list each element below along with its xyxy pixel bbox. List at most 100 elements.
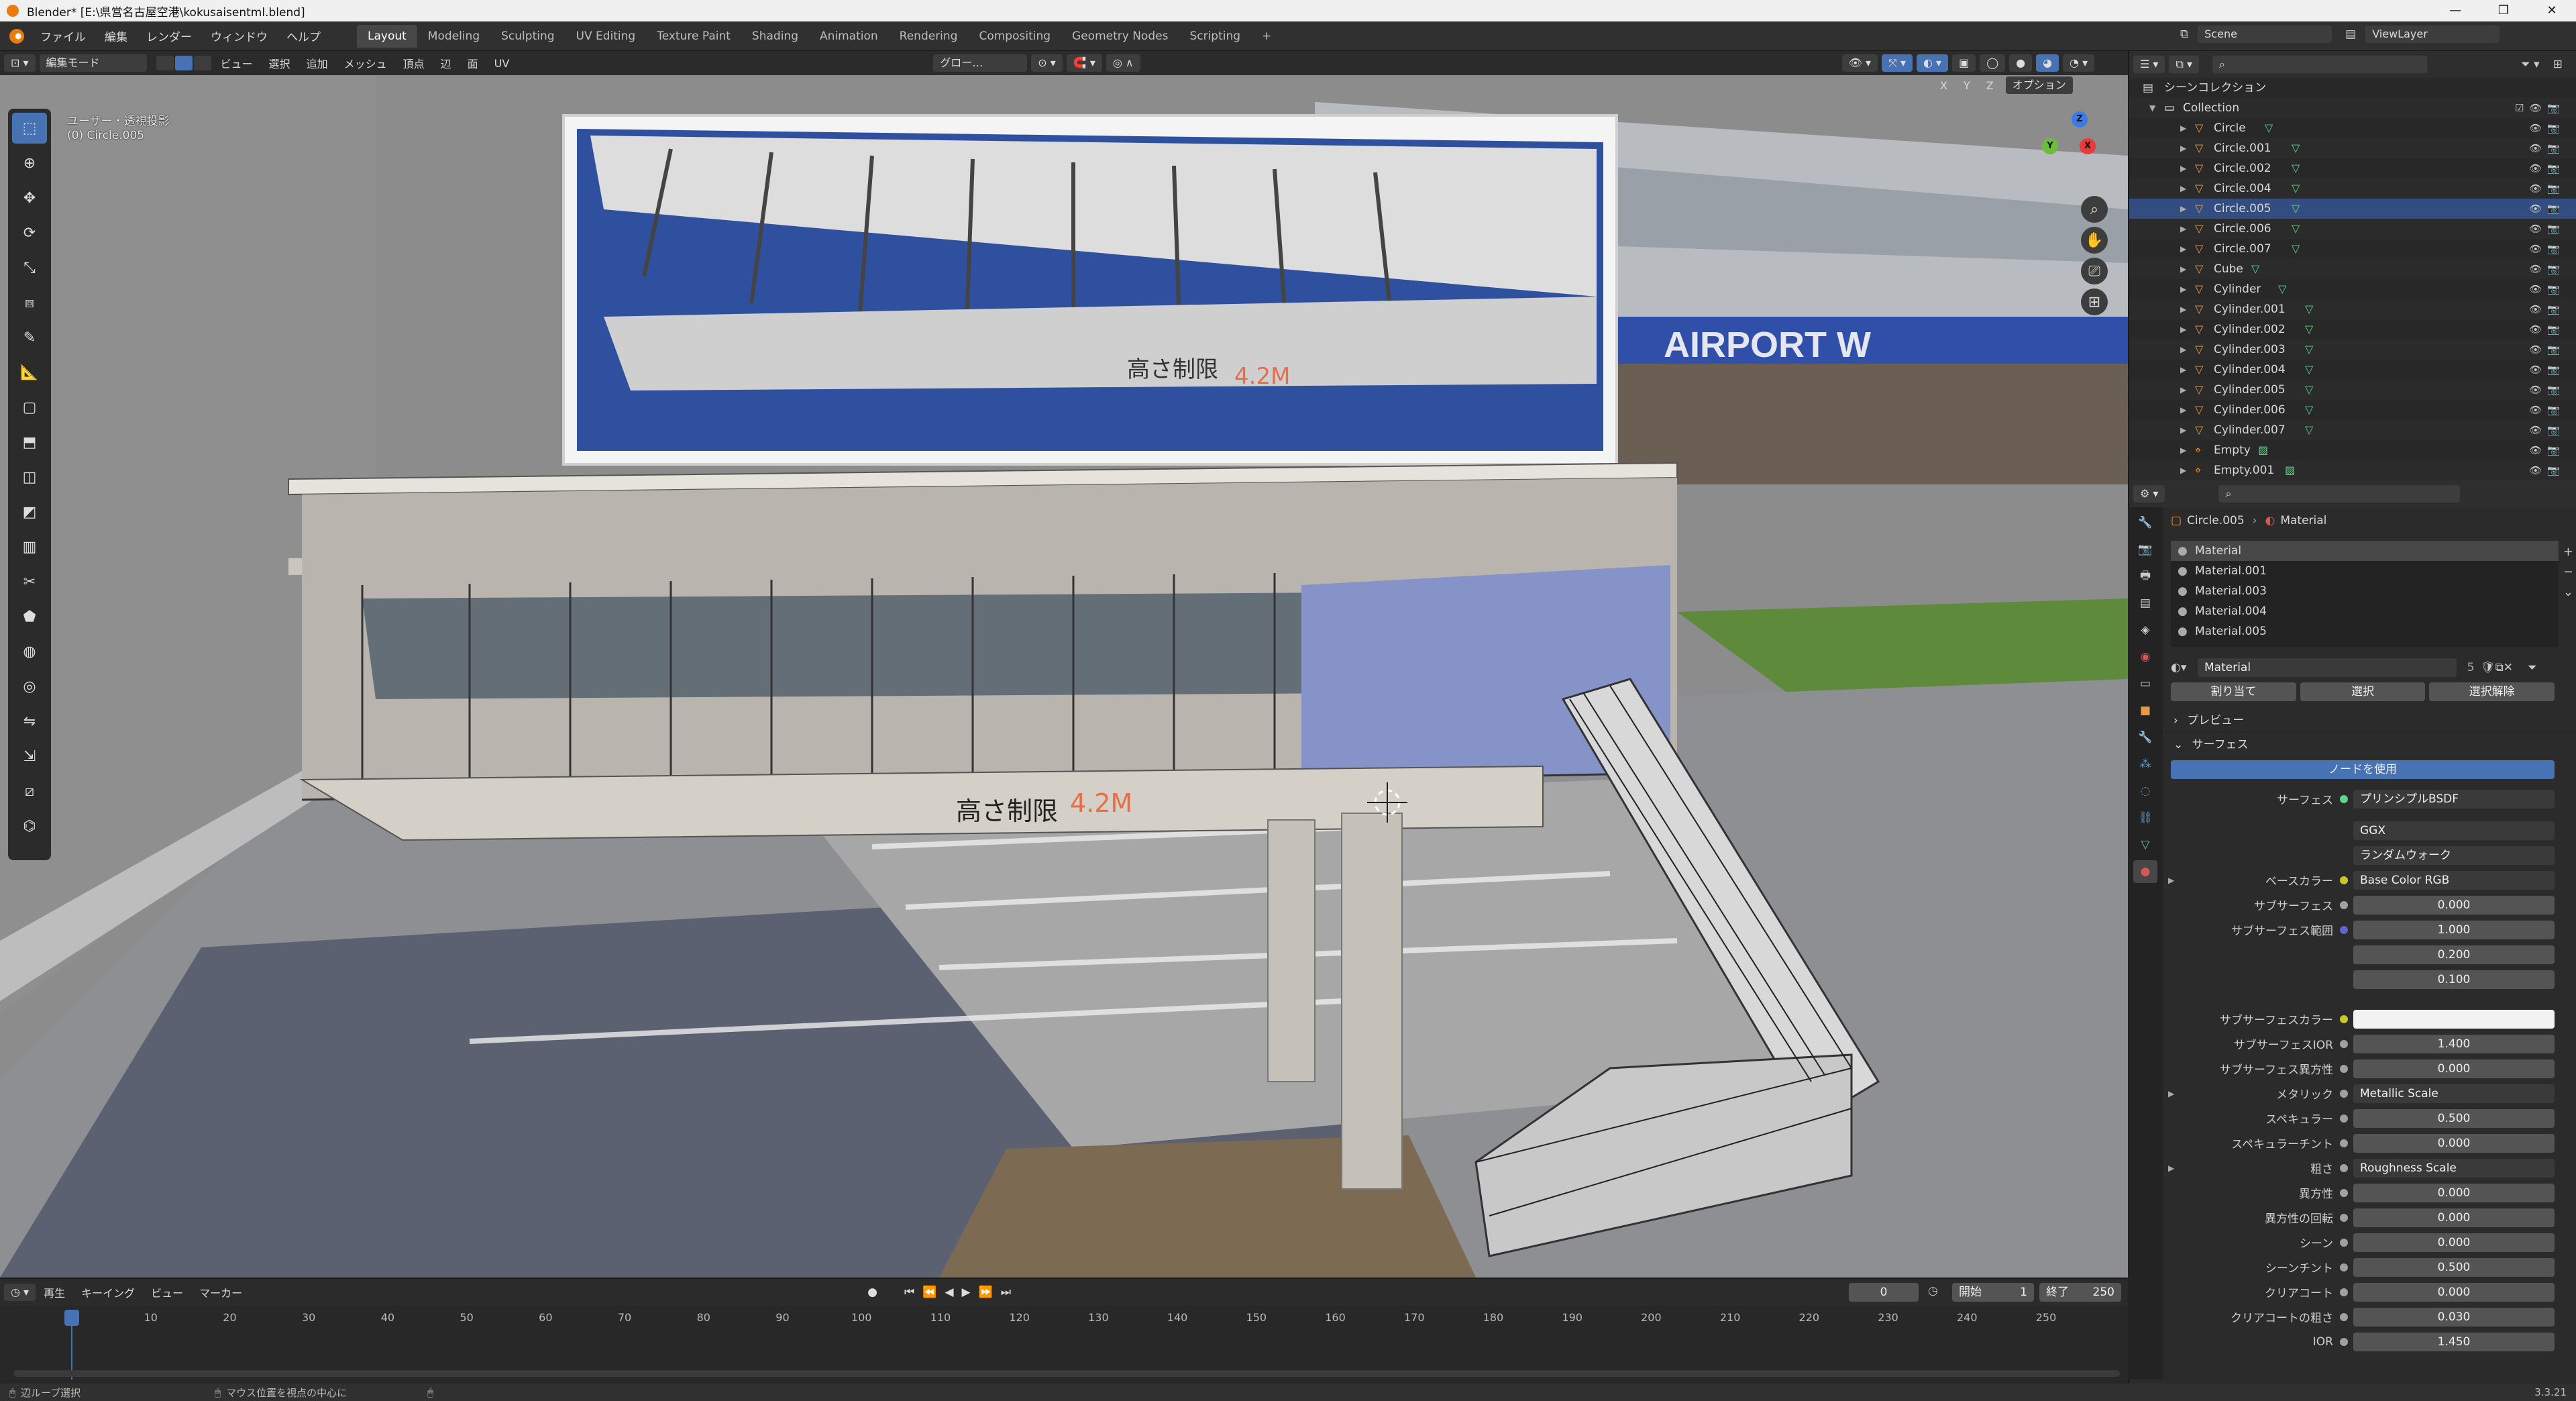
number-field[interactable]: 0.100: [2353, 970, 2555, 989]
outliner-item[interactable]: ▶ ▽ Circle.007 ▽ 👁📷: [2129, 239, 2576, 259]
image-data-icon[interactable]: ▨: [2258, 440, 2268, 460]
mesh-data-icon[interactable]: ▽: [2251, 259, 2259, 279]
distribution-dropdown[interactable]: GGX: [2353, 821, 2555, 840]
visibility-icons[interactable]: 👁📷: [2529, 299, 2565, 319]
inset-icon[interactable]: ◫: [12, 462, 47, 492]
menu-view[interactable]: ビュー: [213, 55, 261, 71]
number-field[interactable]: 1.400: [2353, 1034, 2555, 1053]
number-field[interactable]: 0.000: [2353, 1059, 2555, 1078]
mesh-data-icon[interactable]: ▽: [2305, 299, 2313, 319]
vertex-select-icon[interactable]: [156, 56, 174, 70]
remove-slot-button[interactable]: −: [2563, 562, 2573, 582]
mesh-data-icon[interactable]: ▽: [2305, 319, 2313, 340]
xray-icon[interactable]: ▣: [1952, 54, 1976, 72]
visibility-icons[interactable]: 👁📷: [2529, 279, 2565, 299]
constraints-tab-icon[interactable]: ⛓: [2133, 807, 2157, 829]
properties-editor-type[interactable]: ⚙ ▾: [2133, 485, 2165, 503]
visibility-icons[interactable]: 👁📷: [2529, 360, 2565, 380]
outliner-item[interactable]: ▶ ▽ Cylinder.006 ▽ 👁📷: [2129, 400, 2576, 420]
mesh-data-icon[interactable]: ▽: [2292, 219, 2300, 239]
outliner-item[interactable]: ▶ ▽ Circle.002 ▽ 👁📷: [2129, 158, 2576, 178]
mesh-data-icon[interactable]: ▽: [2265, 118, 2273, 138]
color-swatch[interactable]: [2353, 1009, 2555, 1029]
surface-shader-field[interactable]: プリンシプルBSDF: [2353, 789, 2555, 809]
tab-scripting[interactable]: Scripting: [1179, 25, 1251, 48]
tool-tab-icon[interactable]: 🔧: [2133, 511, 2157, 534]
surface-section[interactable]: ⌄ サーフェス: [2164, 733, 2575, 757]
world-tab-icon[interactable]: ◉: [2133, 645, 2157, 668]
visibility-icons[interactable]: 👁📷: [2529, 440, 2565, 460]
number-field[interactable]: 1.450: [2353, 1332, 2555, 1351]
editor-type-button[interactable]: ⊡ ▾: [4, 54, 36, 72]
mesh-data-icon[interactable]: ▽: [2278, 279, 2286, 299]
socket-icon[interactable]: [2340, 1015, 2348, 1023]
outliner-item[interactable]: ▶ ⌖ Empty.001 ▨ 👁📷: [2129, 460, 2576, 480]
visibility-icon[interactable]: 👁 ▾: [1841, 54, 1878, 72]
menu-render[interactable]: レンダー: [137, 28, 201, 44]
linked-input-field[interactable]: Base Color RGB: [2353, 870, 2555, 890]
image-data-icon[interactable]: ▨: [2285, 460, 2295, 480]
assign-button[interactable]: 割り当て: [2171, 682, 2296, 701]
add-slot-button[interactable]: +: [2563, 542, 2573, 562]
visibility-icons[interactable]: 👁📷: [2529, 420, 2565, 440]
slot-menu-icon[interactable]: ⌄: [2563, 582, 2573, 603]
socket-icon[interactable]: [2340, 1288, 2348, 1296]
tab-layout[interactable]: Layout: [357, 24, 417, 48]
menu-help[interactable]: ヘルプ: [277, 28, 330, 44]
expand-link-icon[interactable]: ▶: [2168, 1163, 2174, 1173]
view-layer-tab-icon[interactable]: ▤: [2133, 592, 2157, 615]
expand-icon[interactable]: ▶: [2180, 340, 2186, 360]
material-slot[interactable]: ● Material.004: [2171, 601, 2559, 621]
expand-icon[interactable]: ▶: [2180, 178, 2186, 199]
mesh-data-icon[interactable]: ▽: [2292, 138, 2300, 158]
menu-edit[interactable]: 編集: [95, 28, 137, 44]
visibility-icons[interactable]: 👁📷: [2529, 118, 2565, 138]
visibility-icons[interactable]: 👁📷: [2529, 400, 2565, 420]
outliner-item[interactable]: ▶ ▽ Cube ▽ 👁📷: [2129, 259, 2576, 279]
annotate-icon[interactable]: ✎: [12, 322, 47, 353]
shrink-fatten-icon[interactable]: ⇲: [12, 741, 47, 772]
material-slot-list[interactable]: ● Material ● Material.001 ● Material.003 ● Mate…: [2171, 541, 2573, 647]
subsurface-method-dropdown[interactable]: ランダムウォーク: [2353, 845, 2555, 865]
minimize-button[interactable]: —: [2431, 0, 2479, 21]
tab-rendering[interactable]: Rendering: [889, 25, 969, 48]
outliner-item[interactable]: ▶ ▽ Circle ▽ 👁📷: [2129, 118, 2576, 138]
camera-icon[interactable]: ⎚: [2081, 258, 2108, 284]
expand-icon[interactable]: ▶: [2180, 319, 2186, 340]
visibility-icons[interactable]: 👁📷: [2529, 158, 2565, 178]
outliner-item[interactable]: ▶ ▽ Cylinder.007 ▽ 👁📷: [2129, 420, 2576, 440]
wireframe-shading-icon[interactable]: ◯: [1980, 54, 2006, 72]
expand-icon[interactable]: ▶: [2180, 440, 2186, 460]
solid-shading-icon[interactable]: ●: [2009, 54, 2033, 72]
expand-icon[interactable]: ▶: [2180, 118, 2186, 138]
expand-icon[interactable]: ▶: [2180, 420, 2186, 440]
mesh-data-icon[interactable]: ▽: [2305, 400, 2313, 420]
new-collection-icon[interactable]: ⊞: [2553, 58, 2563, 71]
linked-input-field[interactable]: Metallic Scale: [2353, 1084, 2555, 1103]
visibility-icons[interactable]: 👁📷: [2529, 259, 2565, 279]
collection-expand-icon[interactable]: ▼: [2149, 98, 2155, 118]
number-field[interactable]: 0.000: [2353, 895, 2555, 915]
scene-collection-row[interactable]: ▤ シーンコレクション: [2129, 78, 2576, 98]
socket-icon[interactable]: [2340, 1312, 2348, 1321]
select-box-icon[interactable]: ⬚: [12, 113, 47, 144]
mesh-data-icon[interactable]: ▽: [2305, 340, 2313, 360]
mirror-y[interactable]: Y: [1955, 79, 1978, 92]
scene-tab-icon[interactable]: ◈: [2133, 619, 2157, 641]
overlay-toggle-icon[interactable]: ◐ ▾: [1917, 54, 1949, 72]
tab-sculpting[interactable]: Sculpting: [490, 25, 565, 48]
visibility-icons[interactable]: 👁📷: [2529, 460, 2565, 480]
timeline-ruler[interactable]: 0102030405060708090100110120130140150160…: [0, 1279, 2128, 1358]
preview-section[interactable]: › プレビュー: [2164, 709, 2575, 733]
particles-tab-icon[interactable]: ⁂: [2133, 753, 2157, 776]
playhead[interactable]: [64, 1310, 79, 1326]
expand-icon[interactable]: ▶: [2180, 400, 2186, 420]
menu-edge[interactable]: 辺: [433, 55, 460, 71]
socket-icon[interactable]: [2340, 1238, 2348, 1247]
number-field[interactable]: 0.000: [2353, 1233, 2555, 1252]
outliner-item[interactable]: ▶ ▽ Cylinder ▽ 👁📷: [2129, 279, 2576, 299]
socket-icon[interactable]: [2340, 1139, 2348, 1147]
move-icon[interactable]: ✥: [12, 183, 47, 213]
object-tab-icon[interactable]: ■: [2133, 699, 2157, 722]
gizmo-z-axis[interactable]: Z: [2072, 111, 2088, 127]
